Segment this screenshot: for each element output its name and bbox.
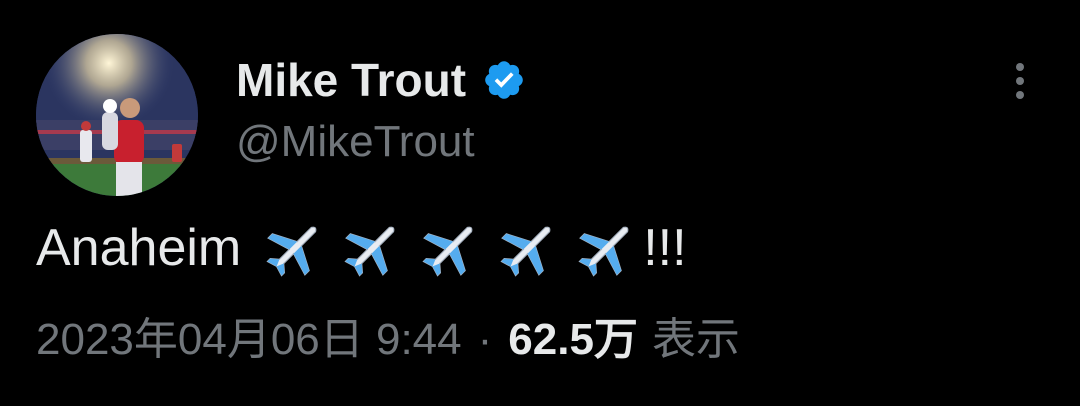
tweet-timestamp[interactable]: 2023年04月06日 9:44 xyxy=(36,308,462,372)
airplane-emoji xyxy=(578,226,629,277)
airplane-emoji-group xyxy=(263,216,643,280)
tweet-text-word: Anaheim xyxy=(36,219,242,277)
author-display-name[interactable]: Mike Trout xyxy=(236,50,466,110)
avatar-photo xyxy=(36,34,198,196)
verified-badge-icon[interactable] xyxy=(482,58,526,102)
airplane-emoji xyxy=(266,226,317,277)
airplane-emoji xyxy=(422,226,473,277)
tweet-text-suffix: !!! xyxy=(643,219,687,277)
view-count[interactable]: 62.5万 xyxy=(508,308,638,372)
meta-separator: · xyxy=(477,315,493,364)
view-count-label: 表示 xyxy=(651,315,740,364)
tweet-text: Anaheim !!! xyxy=(36,212,687,284)
author-handle[interactable]: @MikeTrout xyxy=(236,112,475,172)
tweet: Mike Trout @MikeTrout Anaheim !!! 2023年0… xyxy=(0,0,1080,406)
tweet-meta: 2023年04月06日 9:44 · 62.5万 表示 xyxy=(36,308,740,372)
author-name-row: Mike Trout xyxy=(236,50,526,110)
author-avatar[interactable] xyxy=(36,34,198,196)
airplane-emoji xyxy=(500,226,551,277)
more-vertical-icon[interactable] xyxy=(1000,56,1040,106)
airplane-emoji xyxy=(344,226,395,277)
